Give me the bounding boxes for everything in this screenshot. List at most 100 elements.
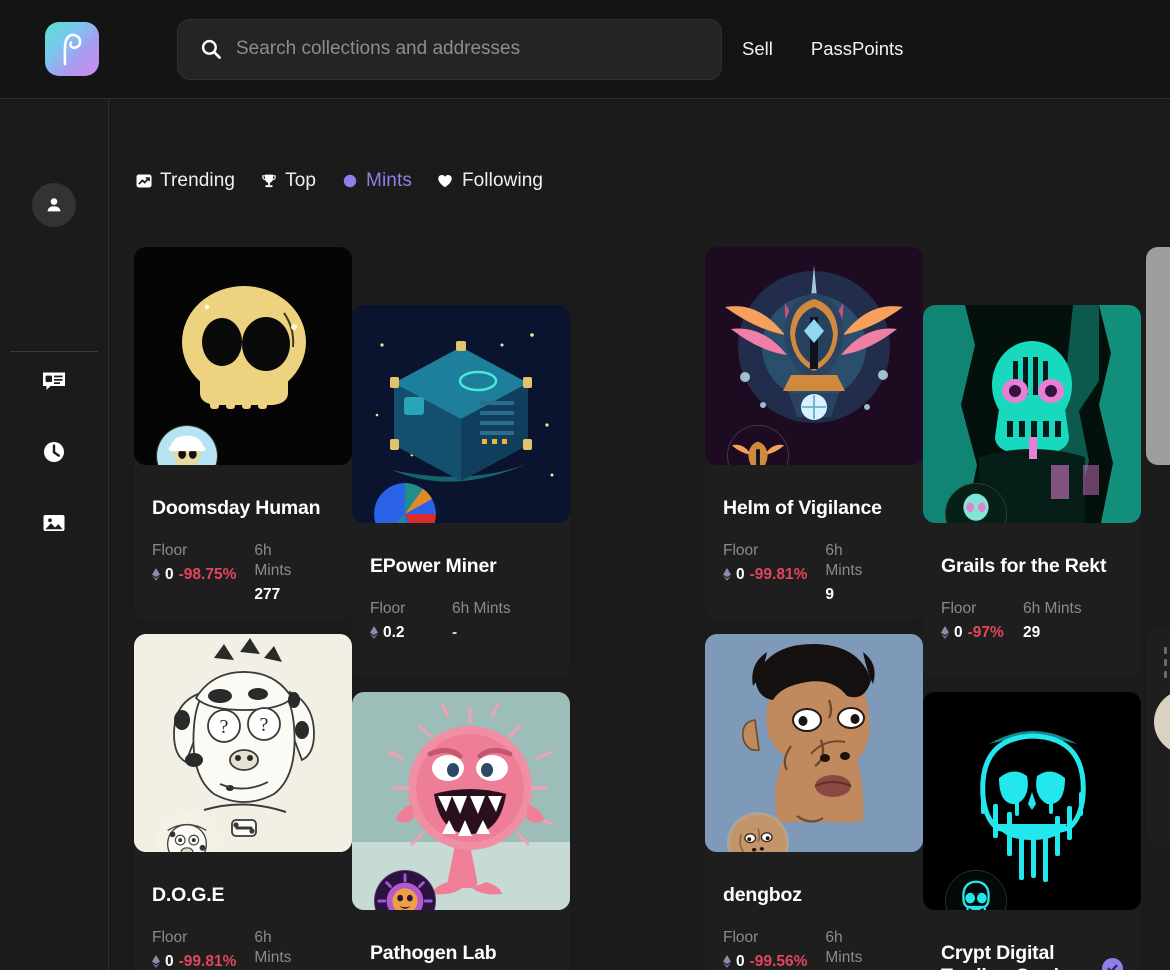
card-thumbnail bbox=[923, 305, 1141, 523]
mints-label: 6h Mints bbox=[1023, 599, 1082, 617]
floor-label: Floor bbox=[370, 599, 406, 617]
collection-card[interactable]: Grails for the Rekt Floor 0 -97% 6h Mint… bbox=[923, 305, 1141, 678]
nav-sell[interactable]: Sell bbox=[742, 38, 773, 60]
search-input[interactable] bbox=[236, 38, 705, 60]
card-title: Helm of Vigilance bbox=[723, 497, 882, 519]
card-thumbnail bbox=[352, 691, 570, 910]
floor-value: 0 bbox=[736, 565, 745, 583]
sidebar-item-gallery[interactable] bbox=[34, 505, 74, 545]
eth-icon bbox=[941, 626, 949, 640]
card-stats: Floor 0 -97% 6h Mints 29 bbox=[941, 599, 1123, 642]
mints-label-2: Mints bbox=[254, 561, 292, 579]
mints-label: 6h bbox=[254, 541, 272, 559]
card-body: EPower Miner Floor 0.2 6h Mints - bbox=[352, 523, 570, 658]
card-thumbnail bbox=[705, 247, 923, 465]
floor-value: 0 bbox=[954, 623, 963, 641]
svg-text:?: ? bbox=[220, 716, 229, 738]
collection-card[interactable]: Pathogen Lab Floor 0 -4.12% bbox=[352, 691, 570, 970]
tab-trending[interactable]: Trending bbox=[135, 170, 235, 192]
sidebar-item-activity[interactable] bbox=[34, 434, 74, 474]
offscreen-card-thumbnail bbox=[1146, 247, 1170, 465]
card-stats: Floor 0 -99.81% 6h Mints bbox=[723, 541, 905, 604]
floor-delta: -99.56% bbox=[749, 952, 808, 970]
nav-passpoints[interactable]: PassPoints bbox=[811, 38, 904, 60]
offscreen-card-top[interactable] bbox=[1146, 247, 1170, 465]
eth-icon bbox=[152, 955, 160, 969]
image-icon bbox=[41, 510, 67, 541]
tab-top[interactable]: Top bbox=[260, 170, 316, 192]
passport-logo[interactable] bbox=[45, 22, 99, 76]
floor-value: 0 bbox=[736, 952, 745, 970]
floor-label: Floor bbox=[723, 928, 759, 946]
card-stats: Floor 0 -98.75% 6h Mints 277 bbox=[152, 541, 334, 604]
sidebar-divider bbox=[10, 351, 98, 352]
search-bar[interactable] bbox=[177, 18, 722, 80]
floor-label: Floor bbox=[152, 541, 188, 559]
tab-label: Trending bbox=[160, 170, 236, 191]
mints-value: 9 bbox=[825, 585, 834, 603]
eth-icon bbox=[723, 955, 731, 969]
floor-value: 0 bbox=[165, 952, 174, 970]
eth-icon bbox=[152, 568, 160, 582]
tab-following[interactable]: Following bbox=[437, 170, 543, 192]
mints-stat: 6h Mints 9 bbox=[825, 541, 889, 604]
floor-label: Floor bbox=[152, 928, 188, 946]
card-group: Doomsday Human Floor 0 -98.75% 6h Mints … bbox=[134, 247, 641, 678]
check-icon bbox=[1107, 964, 1118, 970]
tab-mints[interactable]: Mints bbox=[341, 170, 412, 192]
floor-stat: Floor 0 -99.81% bbox=[152, 928, 236, 970]
mints-label: 6h bbox=[825, 541, 843, 559]
mints-label-2: Mints bbox=[254, 948, 292, 966]
card-title: Grails for the Rekt bbox=[941, 555, 1107, 577]
card-body: Grails for the Rekt Floor 0 -97% 6h Mint… bbox=[923, 523, 1141, 658]
category-tabs: Trending Top Mints Following bbox=[135, 170, 543, 192]
collection-card[interactable]: Crypt Digital Trading Cards Floor 6h M bbox=[923, 691, 1141, 970]
card-thumbnail: ? ? bbox=[134, 633, 352, 852]
collection-card[interactable]: ? ? D.O.G.E Floor 0 -99.81% 6h Mints bbox=[134, 633, 352, 970]
mints-label: 6h bbox=[825, 928, 843, 946]
floor-label: Floor bbox=[941, 599, 977, 617]
mints-value: 29 bbox=[1023, 623, 1041, 641]
card-title: Pathogen Lab bbox=[370, 941, 497, 964]
app-header: Sell PassPoints bbox=[0, 0, 1170, 99]
floor-stat: Floor 0 -98.75% bbox=[152, 541, 236, 604]
card-body: Crypt Digital Trading Cards Floor 6h M bbox=[923, 910, 1141, 970]
floor-stat: Floor 0 -99.81% bbox=[723, 541, 807, 604]
card-thumbnail bbox=[923, 691, 1141, 910]
mints-value: - bbox=[452, 623, 458, 641]
collection-card[interactable]: Doomsday Human Floor 0 -98.75% 6h Mints … bbox=[134, 247, 352, 620]
collection-card[interactable]: dengboz Floor 0 -99.56% 6h Mints bbox=[705, 633, 923, 970]
eth-icon bbox=[370, 626, 378, 640]
card-body: Pathogen Lab Floor 0 -4.12% bbox=[352, 910, 570, 970]
mints-value: 277 bbox=[254, 585, 281, 603]
offscreen-card-art bbox=[1154, 689, 1170, 755]
feed-icon bbox=[41, 368, 67, 399]
mints-stat: 6h Mints bbox=[254, 928, 318, 970]
collection-card[interactable]: EPower Miner Floor 0.2 6h Mints - bbox=[352, 305, 570, 678]
offscreen-card-bottom[interactable] bbox=[1146, 627, 1170, 847]
chart-icon bbox=[135, 173, 152, 190]
card-group: ? ? D.O.G.E Floor 0 -99.81% 6h Mints Pat… bbox=[134, 633, 641, 970]
mints-stat: 6h Mints - bbox=[452, 599, 516, 642]
card-body: dengboz Floor 0 -99.56% 6h Mints bbox=[705, 852, 923, 970]
search-icon bbox=[200, 38, 222, 60]
offscreen-card-thumbnail bbox=[1146, 627, 1170, 847]
mints-label: 6h bbox=[254, 928, 272, 946]
collection-card[interactable]: Helm of Vigilance Floor 0 -99.81% 6h Min… bbox=[705, 247, 923, 620]
card-thumbnail bbox=[352, 305, 570, 523]
floor-delta: -99.81% bbox=[749, 565, 808, 583]
floor-stat: Floor 0.2 bbox=[370, 599, 434, 642]
dot-icon bbox=[341, 173, 358, 190]
sidebar-item-feed[interactable] bbox=[34, 363, 74, 403]
card-thumbnail bbox=[134, 247, 352, 465]
card-stats: Floor 0.2 6h Mints - bbox=[370, 599, 552, 642]
card-thumbnail bbox=[705, 633, 923, 852]
eth-icon bbox=[723, 568, 731, 582]
user-icon bbox=[47, 198, 61, 212]
left-sidebar bbox=[0, 99, 109, 970]
mints-stat: 6h Mints 29 bbox=[1023, 599, 1087, 642]
header-nav: Sell PassPoints bbox=[742, 38, 903, 60]
mints-label-2: Mints bbox=[825, 948, 863, 966]
avatar[interactable] bbox=[32, 183, 76, 227]
mints-stat: 6h Mints 277 bbox=[254, 541, 318, 604]
